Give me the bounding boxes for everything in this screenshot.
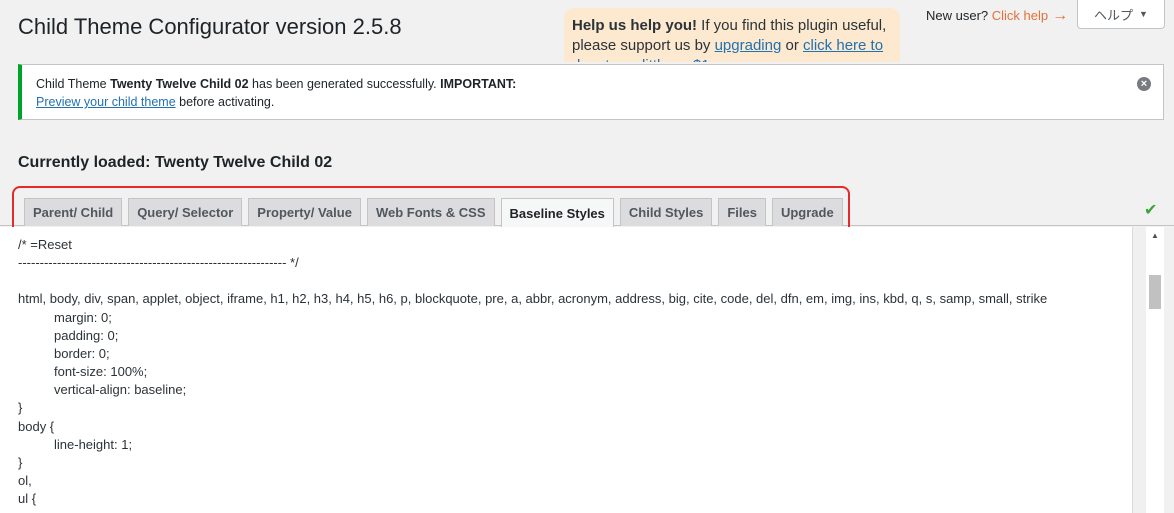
notice-text: Child Theme <box>36 77 111 91</box>
success-notice: Child Theme Twenty Twelve Child 02 has b… <box>18 64 1164 120</box>
code-line: body { <box>18 419 55 434</box>
checkmark-icon: ✔ <box>1144 202 1158 219</box>
arrow-right-icon: → <box>1052 7 1069 24</box>
tab-query-selector[interactable]: Query/ Selector <box>128 198 243 226</box>
tab-parent-child[interactable]: Parent/ Child <box>24 198 123 226</box>
code-line: /* =Reset <box>18 237 72 252</box>
notice-text-3: before activating. <box>175 95 275 109</box>
baseline-styles-code[interactable]: /* =Reset ------------------------------… <box>0 227 1132 513</box>
tab-list: Parent/ Child Query/ Selector Property/ … <box>24 198 843 227</box>
code-line: border: 0; <box>54 346 110 361</box>
code-line: line-height: 1; <box>54 437 133 452</box>
code-line: } <box>18 400 23 415</box>
code-line: html, body, div, span, applet, object, i… <box>18 291 1048 306</box>
notice-text-2: has been generated successfully. <box>248 77 441 91</box>
code-line: vertical-align: baseline; <box>54 382 187 397</box>
tab-baseline-styles[interactable]: Baseline Styles <box>500 198 614 227</box>
scrollbar-thumb[interactable] <box>1149 275 1161 309</box>
chevron-down-icon: ▼ <box>1139 9 1148 19</box>
click-help-link[interactable]: Click help <box>992 8 1048 23</box>
tab-property-value[interactable]: Property/ Value <box>248 198 361 226</box>
help-box: Help us help you! If you find this plugi… <box>564 8 900 62</box>
code-line: } <box>18 455 23 470</box>
tab-child-styles[interactable]: Child Styles <box>619 198 713 226</box>
tab-files[interactable]: Files <box>718 198 766 226</box>
help-dropdown-label: ヘルプ <box>1094 7 1134 23</box>
code-line: margin: 0; <box>54 310 112 325</box>
notice-theme-name: Twenty Twelve Child 02 <box>110 77 249 91</box>
page: Child Theme Configurator version 2.5.8 H… <box>0 0 1174 513</box>
code-line: ul { <box>18 491 37 506</box>
new-user-label: New user? <box>926 8 989 23</box>
preview-child-theme-link[interactable]: Preview your child theme <box>36 95 176 109</box>
code-line: ol, <box>18 473 32 488</box>
new-user-help: New user? Click help → <box>926 7 1068 25</box>
help-box-heading: Help us help you! <box>572 17 698 34</box>
code-line: font-size: 100%; <box>54 364 148 379</box>
page-title: Child Theme Configurator version 2.5.8 <box>18 14 402 39</box>
code-line: ----------------------------------------… <box>18 255 299 270</box>
dismiss-icon[interactable]: × <box>1137 77 1151 91</box>
tab-bar: Parent/ Child Query/ Selector Property/ … <box>0 196 1174 227</box>
upgrading-link[interactable]: upgrading <box>715 37 782 54</box>
tab-upgrade[interactable]: Upgrade <box>771 198 843 226</box>
scroll-up-arrow-icon[interactable]: ▲ <box>1151 231 1159 240</box>
scrollbar-track[interactable] <box>1132 227 1146 513</box>
notice-important: IMPORTANT: <box>440 77 517 91</box>
code-line: padding: 0; <box>54 328 119 343</box>
code-scrollbar[interactable]: ▲ <box>1132 227 1164 513</box>
help-box-or: or <box>781 37 804 54</box>
currently-loaded-heading: Currently loaded: Twenty Twelve Child 02 <box>18 154 333 171</box>
tab-web-fonts-css[interactable]: Web Fonts & CSS <box>366 198 495 226</box>
help-dropdown-button[interactable]: ヘルプ ▼ <box>1077 0 1165 29</box>
